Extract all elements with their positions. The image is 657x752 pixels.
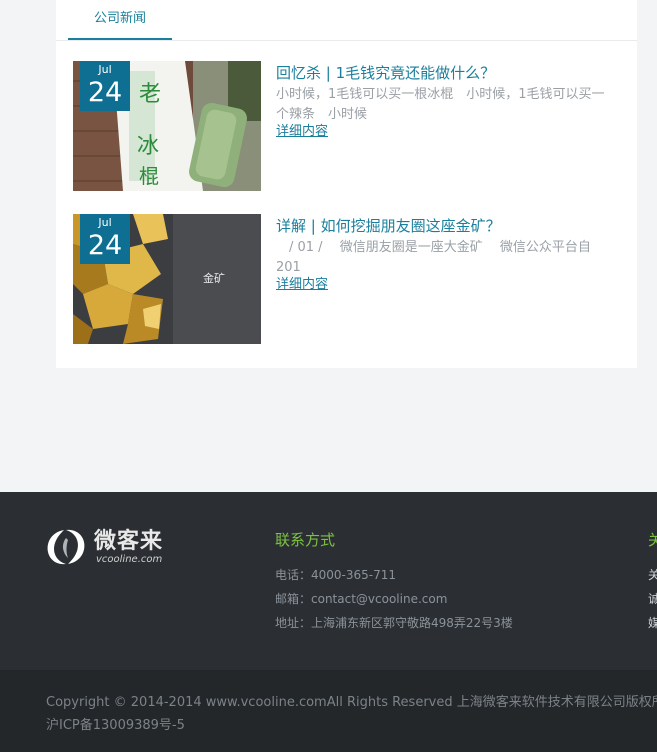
company-logo[interactable]: 微客来 vcooline.com — [46, 528, 176, 566]
about-link[interactable]: 诚 — [648, 591, 657, 607]
date-day: 24 — [87, 230, 123, 261]
about-link[interactable]: 媒 — [648, 615, 657, 631]
icp-number[interactable]: 沪ICP备13009389号-5 — [46, 714, 185, 738]
article-summary: 小时候，1毛钱可以买一根冰棍 小时候，1毛钱可以买一个辣条 小时候 — [276, 87, 605, 122]
image-caption: 金矿 — [203, 271, 225, 285]
svg-text:棍: 棍 — [139, 164, 159, 188]
contact-phone: 电话：4000-365-711 — [275, 568, 397, 582]
article-summary: / 01 / 微信朋友圈是一座大金矿 微信公众平台自201 — [276, 240, 591, 275]
date-month: Jul — [98, 216, 112, 229]
article-title[interactable]: 详解 | 如何挖掘朋友圈这座金矿？ — [276, 215, 631, 237]
about-link[interactable]: 关 — [648, 567, 657, 583]
svg-text:老: 老 — [139, 82, 161, 107]
news-tabs: 公司新闻 — [56, 0, 637, 41]
date-badge: Jul 24 — [80, 214, 130, 264]
tab-company-news[interactable]: 公司新闻 — [68, 0, 172, 40]
read-more-link[interactable]: 详细内容 — [276, 276, 328, 294]
logo-mark-icon — [47, 529, 85, 565]
logo-name: 微客来 — [94, 529, 164, 554]
news-item: 金矿 Jul 24 详解 | 如何挖掘朋友圈这座金矿？ / 01 / 微信朋友圈… — [73, 214, 633, 344]
date-badge: Jul 24 — [80, 61, 130, 111]
date-day: 24 — [87, 77, 123, 108]
news-item: 老 冰 棍 Jul 24 回忆杀 | 1毛钱究竟还能做什么？ 小时候，1毛钱可以… — [73, 61, 633, 191]
article-title[interactable]: 回忆杀 | 1毛钱究竟还能做什么？ — [276, 62, 631, 84]
gold-nuggets-photo[interactable]: 金矿 Jul 24 — [73, 214, 261, 344]
contact-address: 地址：上海浦东新区郭守敬路498弄22号3楼 — [275, 616, 513, 630]
svg-text:冰: 冰 — [137, 134, 159, 159]
copyright-bar: Copyright © 2014-2014 www.vcooline.comAl… — [0, 670, 657, 752]
date-month: Jul — [98, 63, 112, 76]
contact-email[interactable]: 邮箱：contact@vcooline.com — [275, 591, 447, 607]
contact-heading: 联系方式 — [275, 531, 336, 549]
logo-url: vcooline.com — [96, 554, 163, 565]
news-card: 公司新闻 老 冰 棍 Jul 24 回忆杀 | 1毛钱究竟还能做什么？ 小时候，… — [56, 0, 637, 368]
popsicle-photo[interactable]: 老 冰 棍 Jul 24 — [73, 61, 261, 191]
read-more-link[interactable]: 详细内容 — [276, 123, 328, 141]
site-footer: 微客来 vcooline.com 联系方式 电话：4000-365-711 邮箱… — [0, 492, 657, 670]
about-heading: 关 — [648, 531, 657, 549]
copyright-text: Copyright © 2014-2014 www.vcooline.comAl… — [46, 695, 657, 710]
